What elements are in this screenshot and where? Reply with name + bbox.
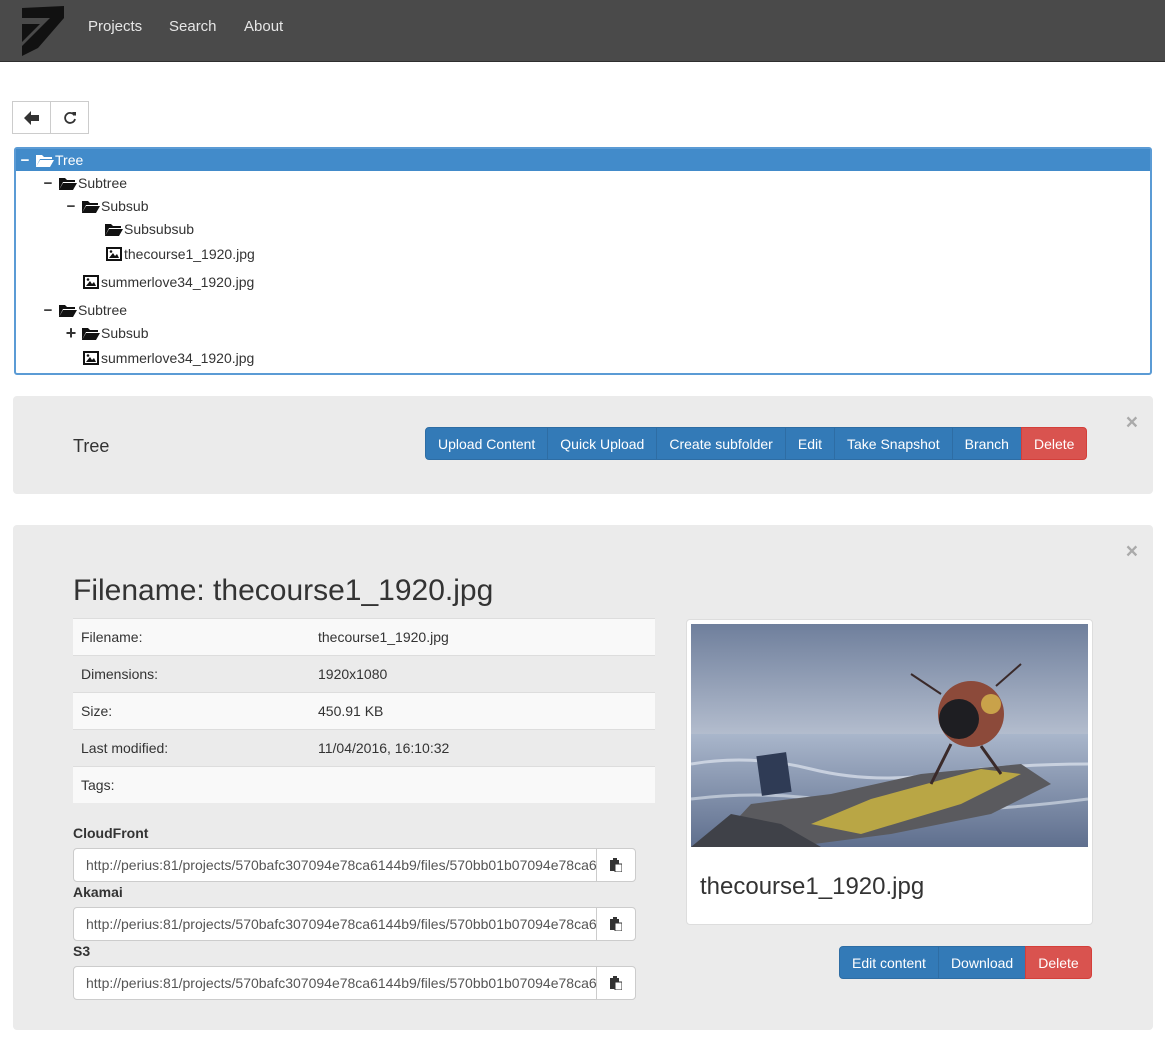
- upload-content-button[interactable]: Upload Content: [425, 427, 549, 460]
- info-key: Filename:: [81, 629, 143, 645]
- tree-node[interactable]: − Subtree: [16, 299, 1150, 321]
- tree-node-label: summerlove34_1920.jpg: [101, 274, 255, 290]
- clipboard-icon: [610, 917, 622, 931]
- tree-node-label: summerlove34_1920.jpg: [101, 350, 255, 366]
- expand-toggle[interactable]: +: [64, 323, 78, 344]
- collapse-toggle[interactable]: −: [18, 152, 32, 169]
- edit-content-button[interactable]: Edit content: [839, 946, 939, 979]
- arrow-left-icon: [23, 110, 39, 125]
- table-row: Size: 450.91 KB: [73, 692, 655, 729]
- tree-node[interactable]: − Subsub: [16, 195, 1150, 217]
- folder-open-icon: [82, 201, 100, 213]
- table-row: Filename: thecourse1_1920.jpg: [73, 618, 655, 655]
- tree-node-root[interactable]: − Tree: [16, 149, 1150, 171]
- folder-open-icon: [59, 305, 77, 317]
- folder-open-icon: [59, 178, 77, 190]
- tree-node-label: thecourse1_1920.jpg: [124, 246, 255, 262]
- tree-node[interactable]: thecourse1_1920.jpg: [16, 243, 1150, 265]
- tree-node-label: Subsub: [101, 198, 149, 214]
- image-icon: [83, 351, 99, 365]
- folder-open-icon: [82, 328, 100, 340]
- tree-node-label: Subtree: [78, 175, 128, 191]
- image-icon: [106, 247, 122, 261]
- tree-node[interactable]: + Subsub: [16, 322, 1150, 344]
- tree-node[interactable]: Subsubsub: [16, 218, 1150, 240]
- tree-node[interactable]: summerlove34_1920.jpg: [16, 347, 1150, 369]
- tree-node-label: Tree: [55, 152, 84, 168]
- copy-s3-button[interactable]: [596, 966, 636, 1000]
- clipboard-icon: [610, 858, 622, 872]
- tree-node-label: Subtree: [78, 302, 128, 318]
- back-button[interactable]: [12, 101, 51, 134]
- info-value: 11/04/2016, 16:10:32: [318, 740, 450, 756]
- folder-open-icon: [105, 224, 123, 236]
- info-key: Size:: [81, 703, 113, 719]
- delete-folder-button[interactable]: Delete: [1020, 427, 1088, 460]
- table-row: Tags:: [73, 766, 655, 803]
- cloudfront-url-field[interactable]: http://perius:81/projects/570bafc307094e…: [73, 848, 597, 882]
- nav-about[interactable]: About: [244, 18, 283, 35]
- akamai-url-field[interactable]: http://perius:81/projects/570bafc307094e…: [73, 907, 597, 941]
- table-row: Last modified: 11/04/2016, 16:10:32: [73, 729, 655, 766]
- clipboard-icon: [610, 976, 622, 990]
- info-value: thecourse1_1920.jpg: [318, 629, 449, 645]
- branch-button[interactable]: Branch: [951, 427, 1022, 460]
- info-key: Dimensions:: [81, 666, 159, 682]
- file-thumbnail[interactable]: [691, 624, 1088, 847]
- copy-cloudfront-button[interactable]: [596, 848, 636, 882]
- cloudfront-url-group: http://perius:81/projects/570bafc307094e…: [73, 848, 636, 882]
- akamai-url-group: http://perius:81/projects/570bafc307094e…: [73, 907, 636, 941]
- edit-button[interactable]: Edit: [784, 427, 835, 460]
- collapse-toggle[interactable]: −: [64, 198, 78, 215]
- tree-node[interactable]: − Subtree: [16, 172, 1150, 194]
- folder-actions: Upload Content Quick Upload Create subfo…: [425, 427, 1088, 460]
- info-value: 1920x1080: [318, 666, 388, 682]
- collapse-toggle[interactable]: −: [41, 302, 55, 319]
- file-tree: − Tree − Subtree − Subsub Subsubsub thec…: [14, 147, 1152, 375]
- download-button[interactable]: Download: [937, 946, 1027, 979]
- nav-search[interactable]: Search: [169, 18, 217, 35]
- tree-node[interactable]: summerlove34_1920.jpg: [16, 271, 1150, 293]
- s3-url-group: http://perius:81/projects/570bafc307094e…: [73, 966, 636, 1000]
- nav-projects[interactable]: Projects: [88, 18, 142, 35]
- copy-akamai-button[interactable]: [596, 907, 636, 941]
- quick-upload-button[interactable]: Quick Upload: [547, 427, 658, 460]
- table-row: Dimensions: 1920x1080: [73, 655, 655, 692]
- delete-file-button[interactable]: Delete: [1025, 946, 1092, 979]
- akamai-label: Akamai: [73, 884, 123, 900]
- folder-open-icon: [36, 155, 54, 167]
- info-key: Tags:: [81, 777, 115, 793]
- s3-url-field[interactable]: http://perius:81/projects/570bafc307094e…: [73, 966, 597, 1000]
- file-heading: Filename: thecourse1_1920.jpg: [73, 574, 494, 607]
- info-value: 450.91 KB: [318, 703, 384, 719]
- s3-label: S3: [73, 943, 91, 959]
- close-icon[interactable]: ×: [1126, 541, 1138, 562]
- folder-title: Tree: [73, 436, 110, 456]
- info-key: Last modified:: [81, 740, 169, 756]
- refresh-icon: [63, 111, 76, 124]
- navbar: Projects Search About: [0, 0, 1165, 62]
- cloudfront-label: CloudFront: [73, 825, 149, 841]
- close-icon[interactable]: ×: [1126, 412, 1138, 433]
- file-actions: Edit content Download Delete: [839, 946, 1092, 979]
- thumbnail-card: thecourse1_1920.jpg: [686, 619, 1093, 925]
- perius-logo[interactable]: [22, 6, 64, 56]
- take-snapshot-button[interactable]: Take Snapshot: [833, 427, 953, 460]
- tree-node-label: Subsub: [101, 325, 149, 341]
- collapse-toggle[interactable]: −: [41, 175, 55, 192]
- thumbnail-caption: thecourse1_1920.jpg: [700, 873, 925, 900]
- tree-node-label: Subsubsub: [124, 221, 195, 237]
- refresh-button[interactable]: [50, 101, 89, 134]
- create-subfolder-button[interactable]: Create subfolder: [656, 427, 786, 460]
- tree-toolbar: [12, 101, 89, 134]
- image-icon: [83, 275, 99, 289]
- folder-panel: × Tree Upload Content Quick Upload Creat…: [13, 396, 1153, 494]
